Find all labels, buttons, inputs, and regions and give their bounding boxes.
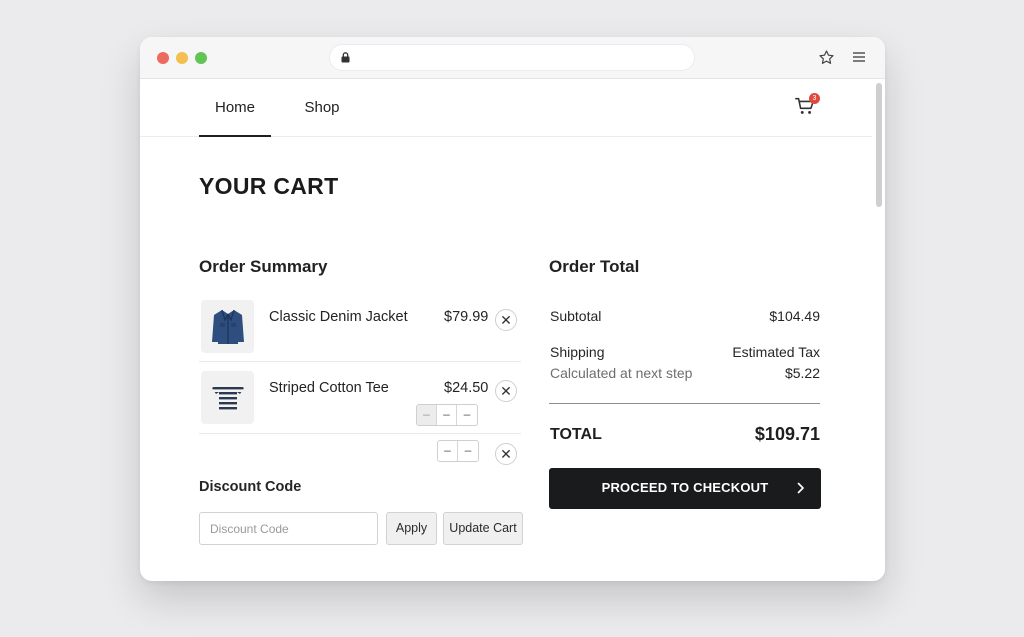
discount-code-input[interactable] [199,512,378,545]
proceed-to-checkout-button[interactable]: PROCEED TO CHECKOUT [549,468,821,509]
browser-window: Home Shop 3 YOUR CART Order Summary Clas… [140,37,885,581]
tab-shop[interactable]: Shop [295,79,349,137]
item-price: $79.99 [444,309,489,325]
remove-item-button[interactable]: ✕ [495,380,517,402]
shipping-note: Calculated at next step [550,365,693,381]
row-divider [199,361,521,362]
remove-item-button[interactable]: ✕ [495,309,517,331]
item-thumbnail[interactable] [201,371,254,424]
order-summary-heading: Order Summary [199,257,328,276]
tab-home[interactable]: Home [199,79,271,137]
apply-discount-button[interactable]: Apply [386,512,437,545]
page-title: YOUR CART [199,173,339,199]
total-label: TOTAL [550,426,602,443]
page-scrollbar[interactable] [874,81,883,581]
lock-icon [341,52,350,63]
item-thumbnail[interactable] [201,300,254,353]
discount-code-heading: Discount Code [199,479,302,495]
item-price: $24.50 [444,380,489,396]
scrollbar-thumb[interactable] [876,83,882,207]
cart-button[interactable]: 3 [794,93,820,121]
minus-button[interactable]: – [457,405,477,425]
quantity-stepper[interactable]: – – [437,440,479,462]
checkout-button-label: PROCEED TO CHECKOUT [601,480,769,495]
close-icon: ✕ [500,383,512,399]
quantity-stepper[interactable]: – – – [416,404,478,426]
minus-button[interactable]: – [417,405,437,425]
striped-tee-image [212,382,244,412]
subtotal-label: Subtotal [550,308,602,324]
maximize-window-button[interactable] [195,52,207,64]
minus-button[interactable]: – [438,441,458,461]
order-total-heading: Order Total [549,257,640,276]
subtotal-value: $104.49 [769,308,820,324]
minus-button[interactable]: – [458,441,478,461]
item-name[interactable]: Classic Denim Jacket [269,309,408,325]
total-value: $109.71 [754,424,820,444]
browser-toolbar [140,37,885,79]
close-icon: ✕ [500,312,512,328]
minimize-window-button[interactable] [176,52,188,64]
item-name[interactable]: Striped Cotton Tee [269,380,389,396]
update-cart-button[interactable]: Update Cart [443,512,523,545]
cart-count-badge: 3 [809,93,820,104]
close-window-button[interactable] [157,52,169,64]
remove-item-button[interactable]: ✕ [495,443,517,465]
minus-button[interactable]: – [437,405,457,425]
estimated-tax-value: $5.22 [784,365,820,381]
site-nav: Home Shop 3 [140,79,872,137]
bookmark-star-icon[interactable] [818,49,835,66]
address-bar[interactable] [329,44,695,71]
total-divider [549,403,820,404]
denim-jacket-image [212,309,244,344]
hamburger-menu-icon[interactable] [851,49,867,65]
chevron-right-icon [797,482,804,494]
close-icon: ✕ [500,446,512,462]
estimated-tax-label: Estimated Tax [732,344,820,360]
row-divider [199,433,521,434]
shipping-label: Shipping [550,344,605,360]
